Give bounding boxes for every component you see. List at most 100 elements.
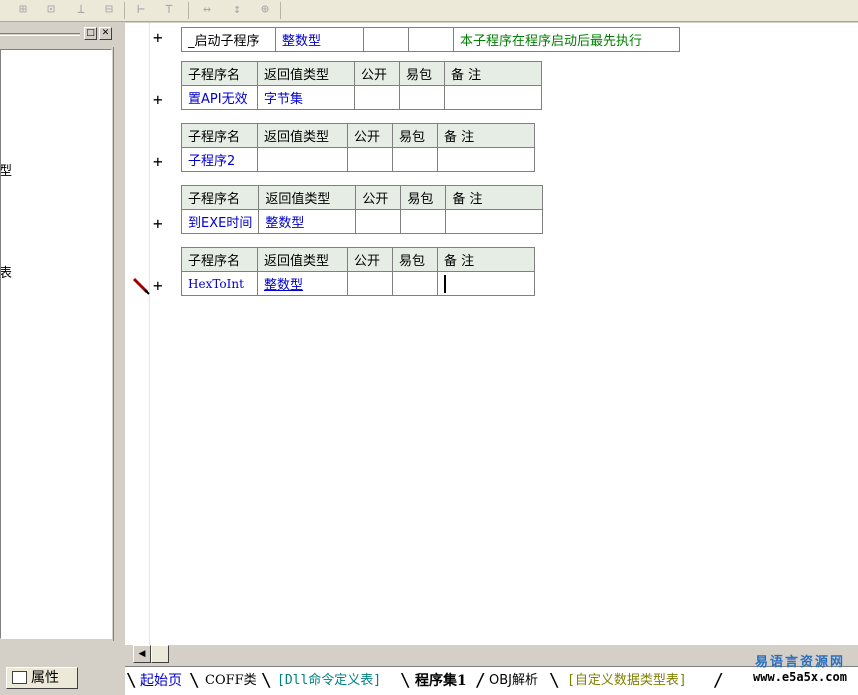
header-return-type: 返回值类型 [258, 185, 357, 210]
workspace-tree[interactable]: 型 表 [0, 49, 112, 639]
expand-icon[interactable]: + [153, 216, 165, 232]
return-type-cell[interactable]: 字节集 [257, 85, 355, 110]
tab-dll-commands[interactable]: [Dll命令定义表] [277, 669, 381, 693]
expand-icon[interactable]: + [153, 154, 165, 170]
grid-icon[interactable]: ⊞ [14, 2, 32, 18]
sub-name-cell[interactable]: 到EXE时间 [180, 209, 260, 234]
toolbar-separator [124, 2, 125, 19]
tree-item-fragment[interactable]: 表 [1, 262, 12, 281]
align-h-icon[interactable]: ⊢ [132, 2, 150, 18]
height-icon[interactable]: ↕ [228, 2, 246, 18]
watermark-url: www.e5a5x.com [753, 670, 847, 684]
properties-icon [12, 671, 27, 684]
tab-divider: \ [549, 670, 560, 691]
align-v-icon[interactable]: ⊤ [160, 2, 178, 18]
header-public: 公开 [347, 247, 393, 272]
expand-icon[interactable]: + [153, 278, 165, 294]
tree-item-fragment[interactable]: 型 [1, 160, 12, 179]
left-panel: □ ✕ 型 表 [0, 23, 120, 663]
note-cell[interactable] [445, 209, 544, 234]
header-return-type: 返回值类型 [257, 247, 348, 272]
close-button[interactable]: ✕ [99, 27, 112, 40]
public-cell[interactable] [347, 147, 393, 172]
header-easy-pack: 易包 [399, 61, 445, 86]
code-editor[interactable]: + _启动子程序 整数型 本子程序在程序启动后最先执行 子程序名 返回值类型 公… [125, 23, 858, 645]
easy-pack-cell[interactable] [399, 85, 445, 110]
header-easy-pack: 易包 [392, 247, 438, 272]
watermark-title: 易语言资源网 [754, 655, 845, 670]
public-cell[interactable] [355, 209, 402, 234]
tab-obj-parse[interactable]: OBJ解析 [489, 669, 538, 693]
sub-table: 子程序名 返回值类型 公开 易包 备 注 置API无效 字节集 [181, 61, 542, 110]
return-type-cell[interactable]: 整数型 [275, 27, 364, 52]
tab-coff-class[interactable]: COFF类 [205, 669, 257, 693]
tab-divider: \ [126, 670, 137, 691]
easy-pack-cell[interactable] [392, 147, 438, 172]
header-name: 子程序名 [180, 185, 260, 210]
header-return-type: 返回值类型 [257, 61, 355, 86]
sub-table: 子程序名 返回值类型 公开 易包 备 注 HexToInt 整数型 [181, 247, 535, 296]
toolbar-separator [280, 2, 281, 19]
restore-button[interactable]: □ [84, 27, 97, 40]
header-public: 公开 [355, 185, 402, 210]
public-cell[interactable] [363, 27, 409, 52]
tab-program-set-1[interactable]: 程序集1 [415, 669, 467, 693]
properties-label: 属性 [31, 670, 59, 686]
sub-name-cell[interactable]: HexToInt [181, 271, 258, 296]
layout-icon[interactable]: ⊟ [100, 2, 118, 18]
return-type-cell[interactable] [257, 147, 348, 172]
tab-divider: / [713, 670, 724, 691]
note-cell[interactable]: 本子程序在程序启动后最先执行 [453, 27, 680, 52]
chart-icon[interactable]: ⊥ [72, 2, 90, 18]
editor-gutter [125, 23, 150, 645]
header-return-type: 返回值类型 [257, 123, 348, 148]
grip-line [0, 33, 80, 36]
sub-name-cell[interactable]: _启动子程序 [181, 27, 276, 52]
panel-border [113, 47, 118, 641]
tab-divider: \ [261, 670, 272, 691]
sub-name-cell[interactable]: 子程序2 [181, 147, 258, 172]
frame-icon[interactable]: ⊡ [42, 2, 60, 18]
toolbar-separator [188, 2, 189, 19]
left-panel-header: □ ✕ [0, 25, 117, 43]
easy-pack-cell[interactable] [408, 27, 454, 52]
header-easy-pack: 易包 [400, 185, 447, 210]
public-cell[interactable] [354, 85, 400, 110]
easy-pack-cell[interactable] [400, 209, 447, 234]
header-easy-pack: 易包 [392, 123, 438, 148]
scroll-thumb[interactable] [151, 645, 169, 663]
easy-pack-cell[interactable] [392, 271, 438, 296]
designer-toolbar: ⊞ ⊡ ⊥ ⊟ ⊢ ⊤ ↔ ↕ ⊕ [0, 0, 858, 22]
header-public: 公开 [347, 123, 393, 148]
scroll-left-button[interactable]: ◀ [133, 645, 151, 663]
tab-custom-data-types[interactable]: [自定义数据类型表] [567, 669, 687, 693]
note-cell[interactable] [437, 147, 535, 172]
header-name: 子程序名 [181, 61, 258, 86]
sub-name-cell[interactable]: 置API无效 [181, 85, 258, 110]
header-note: 备 注 [437, 123, 535, 148]
header-note: 备 注 [445, 185, 544, 210]
return-type-cell[interactable]: 整数型 [257, 271, 348, 296]
tab-start-page[interactable]: 起始页 [140, 669, 182, 693]
tab-divider: \ [400, 670, 411, 691]
watermark: 易语言资源网 www.e5a5x.com [745, 655, 855, 685]
pencil-icon [132, 277, 150, 295]
header-public: 公开 [354, 61, 400, 86]
header-name: 子程序名 [181, 123, 258, 148]
note-cell[interactable] [444, 85, 542, 110]
return-type-cell[interactable]: 整数型 [258, 209, 357, 234]
public-cell[interactable] [347, 271, 393, 296]
header-note: 备 注 [444, 61, 542, 86]
expand-icon[interactable]: + [153, 30, 165, 46]
properties-tab-button[interactable]: 属性 [6, 667, 78, 689]
size-icon[interactable]: ⊕ [256, 2, 274, 18]
header-name: 子程序名 [181, 247, 258, 272]
note-cell[interactable] [437, 271, 535, 296]
text-caret [444, 274, 446, 293]
width-icon[interactable]: ↔ [198, 2, 216, 18]
tab-divider: / [475, 670, 486, 691]
startup-sub-table: _启动子程序 整数型 本子程序在程序启动后最先执行 [181, 27, 680, 52]
sub-table: 子程序名 返回值类型 公开 易包 备 注 到EXE时间 整数型 [180, 185, 544, 234]
sub-table: 子程序名 返回值类型 公开 易包 备 注 子程序2 [181, 123, 535, 172]
expand-icon[interactable]: + [153, 92, 165, 108]
